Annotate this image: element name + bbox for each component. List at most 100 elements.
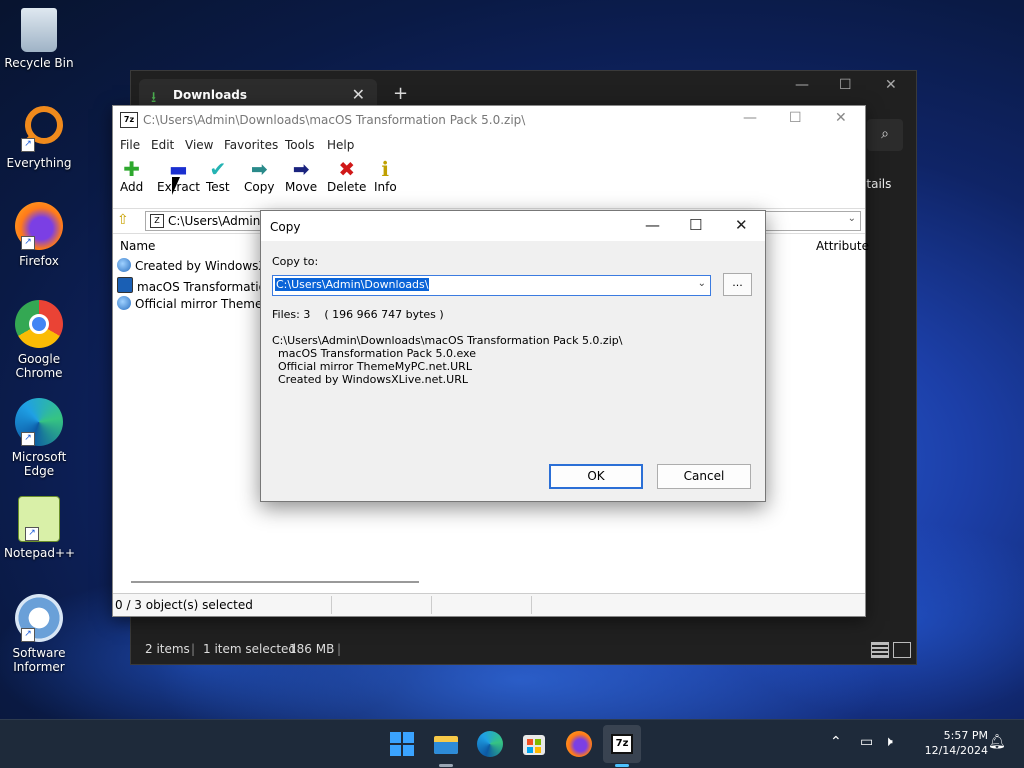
status-separator: | [191, 642, 196, 656]
copy-label: Copy [244, 180, 275, 194]
delete-button[interactable]: ✖ Delete [327, 158, 366, 194]
check-icon: ✔ [209, 157, 227, 181]
desktop-icon-label: Microsoft Edge [11, 450, 67, 478]
add-button[interactable]: ✚ Add [120, 158, 143, 194]
copy-to-value: C:\Users\Admin\Downloads\ [275, 278, 430, 291]
menu-file[interactable]: File [120, 138, 140, 152]
close-icon[interactable]: ✕ [835, 110, 847, 126]
test-button[interactable]: ✔ Test [206, 158, 230, 194]
menu-edit[interactable]: Edit [151, 138, 174, 152]
maximize-icon[interactable]: ☐ [689, 216, 702, 234]
store-icon[interactable] [518, 728, 550, 760]
copy-arrow-icon: ➡ [250, 157, 268, 181]
7zip-titlebar[interactable]: 7z C:\Users\Admin\Downloads\macOS Transf… [113, 106, 865, 134]
list-item[interactable]: Official mirror ThemeM [117, 296, 273, 315]
shortcut-arrow-icon: ↗ [21, 432, 35, 446]
status-text: 0 / 3 object(s) selected [115, 598, 253, 612]
edge-icon[interactable] [477, 731, 503, 757]
address-text: C:\Users\Admin\ [168, 214, 265, 228]
minimize-icon[interactable]: — [795, 77, 809, 93]
menu-bar: File Edit View Favorites Tools Help [113, 134, 865, 156]
windows-start-icon[interactable] [386, 728, 418, 760]
list-item: Official mirror ThemeMyPC.net.URL [278, 360, 472, 373]
list-item[interactable]: macOS Transformation [117, 277, 274, 296]
menu-help[interactable]: Help [327, 138, 354, 152]
desktop-icon-label: Notepad++ [4, 546, 76, 560]
info-button[interactable]: ℹ Info [374, 158, 397, 194]
clock-time: 5:57 PM [943, 729, 988, 742]
recycle-bin-icon [21, 8, 57, 52]
list-item-name: Created by WindowsXLi [135, 259, 277, 273]
move-button[interactable]: ➡ Move [285, 158, 317, 194]
chevron-up-icon[interactable]: ⌃ [830, 734, 842, 750]
taskbar: 7z ⌃ ▭ 🕨 5:57 PM 12/14/2024 🔔︎ [0, 719, 1024, 768]
shortcut-arrow-icon: ↗ [25, 527, 39, 541]
menu-view[interactable]: View [185, 138, 213, 152]
search-icon[interactable]: ⌕ [867, 119, 903, 151]
desktop-icon-software-informer[interactable]: ↗ Software Informer [4, 594, 74, 674]
status-selected: 1 item selected [203, 642, 297, 656]
copy-to-combobox[interactable]: C:\Users\Admin\Downloads\ ⌄ [272, 275, 711, 296]
chevron-down-icon[interactable]: ⌄ [698, 278, 706, 289]
source-list: C:\Users\Admin\Downloads\macOS Transform… [272, 334, 622, 386]
close-icon[interactable]: ✕ [885, 77, 897, 93]
desktop-icon-notepadpp[interactable]: ↗ Notepad++ [4, 496, 76, 560]
shortcut-arrow-icon: ↗ [21, 236, 35, 250]
url-globe-icon [117, 296, 131, 310]
delete-label: Delete [327, 180, 367, 194]
list-item[interactable]: Created by WindowsXLi [117, 258, 277, 277]
list-item: macOS Transformation Pack 5.0.exe [278, 347, 476, 360]
dialog-titlebar[interactable]: Copy — ☐ ✕ [261, 211, 765, 241]
status-items: 2 items [145, 642, 190, 656]
maximize-icon[interactable]: ☐ [789, 110, 802, 126]
column-name[interactable]: Name [120, 239, 155, 253]
minimize-icon[interactable]: — [743, 110, 757, 126]
chevron-down-icon[interactable]: ⌄ [848, 213, 856, 224]
dialog-title: Copy [270, 220, 301, 234]
desktop-icon-chrome[interactable]: Google Chrome [4, 300, 74, 380]
tiles-view-icon[interactable] [893, 642, 911, 658]
status-divider [531, 596, 532, 614]
explorer-status-bar: 2 items | 1 item selected 186 MB | [131, 634, 916, 664]
column-attributes[interactable]: Attribute [816, 239, 869, 253]
notification-bell-icon[interactable]: 🔔︎ [988, 734, 1006, 750]
clock-date: 12/14/2024 [924, 744, 988, 757]
edge-icon: ↗ [15, 398, 63, 446]
details-view-icon[interactable] [871, 642, 889, 658]
menu-tools[interactable]: Tools [285, 138, 315, 152]
shortcut-arrow-icon: ↗ [21, 138, 35, 152]
close-tab-icon[interactable]: ✕ [352, 85, 365, 104]
browse-button[interactable]: ... [723, 273, 752, 296]
clock[interactable]: 5:57 PM 12/14/2024 [925, 728, 988, 758]
tab-title: Downloads [173, 88, 248, 102]
cancel-button[interactable]: Cancel [657, 464, 751, 489]
desktop-icon-everything[interactable]: ↗ Everything [4, 104, 74, 170]
7zip-icon[interactable]: 7z [606, 728, 638, 760]
new-tab-button[interactable]: + [393, 83, 408, 104]
desktop-icon-label: Google Chrome [15, 352, 63, 380]
desktop-icon-firefox[interactable]: ↗ Firefox [4, 202, 74, 268]
maximize-icon[interactable]: ☐ [839, 77, 852, 93]
desktop-icon-edge[interactable]: ↗ Microsoft Edge [4, 398, 74, 478]
ok-button[interactable]: OK [549, 464, 643, 489]
close-icon[interactable]: ✕ [735, 216, 748, 234]
minimize-icon[interactable]: — [645, 216, 660, 234]
folder-up-icon[interactable]: ⇧ [117, 212, 133, 228]
volume-muted-icon[interactable]: 🕨 [884, 734, 893, 750]
add-label: Add [120, 180, 144, 194]
horizontal-scrollbar[interactable] [131, 581, 419, 583]
firefox-icon[interactable] [566, 731, 592, 757]
copy-dialog[interactable]: Copy — ☐ ✕ Copy to: C:\Users\Admin\Downl… [260, 210, 766, 502]
7zip-app-icon: 7z [120, 112, 138, 128]
status-separator: | [337, 642, 342, 656]
running-indicator [615, 764, 629, 767]
shortcut-arrow-icon: ↗ [21, 628, 35, 642]
info-icon: ℹ [381, 157, 390, 181]
file-explorer-icon[interactable] [430, 728, 462, 760]
menu-favorites[interactable]: Favorites [224, 138, 278, 152]
desktop-icon-recycle-bin[interactable]: Recycle Bin [4, 8, 74, 70]
network-icon[interactable]: ▭ [860, 734, 873, 750]
files-info: Files: 3 ( 196 966 747 bytes ) [272, 308, 444, 321]
desktop-icon-label: Firefox [19, 254, 59, 268]
copy-button[interactable]: ➡ Copy [244, 158, 274, 194]
